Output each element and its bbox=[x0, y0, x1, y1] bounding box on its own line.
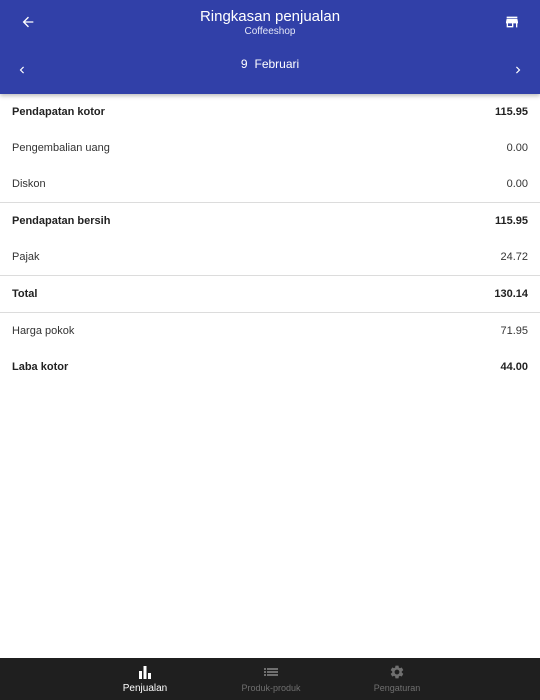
row-label: Pajak bbox=[12, 251, 40, 263]
nav-label: Produk-produk bbox=[241, 683, 301, 693]
row-value: 130.14 bbox=[494, 288, 528, 300]
row-total: Total 130.14 bbox=[0, 276, 540, 312]
list-icon bbox=[263, 664, 279, 680]
date-day: 9 bbox=[240, 57, 248, 71]
next-date-button[interactable] bbox=[498, 50, 538, 90]
nav-item-settings[interactable]: Pengaturan bbox=[334, 658, 460, 700]
nav-item-products[interactable]: Produk-produk bbox=[208, 658, 334, 700]
row-refunds: Pengembalian uang 0.00 bbox=[0, 130, 540, 166]
row-gross-revenue: Pendapatan kotor 115.95 bbox=[0, 94, 540, 130]
gear-icon bbox=[389, 664, 405, 680]
row-discount: Diskon 0.00 bbox=[0, 166, 540, 202]
store-button[interactable] bbox=[492, 2, 532, 42]
row-label: Harga pokok bbox=[12, 325, 75, 337]
row-label: Total bbox=[12, 288, 38, 300]
row-label: Pendapatan kotor bbox=[12, 106, 105, 118]
row-gross-profit: Laba kotor 44.00 bbox=[0, 349, 540, 385]
row-label: Pendapatan bersih bbox=[12, 215, 111, 227]
row-value: 115.95 bbox=[494, 106, 528, 118]
row-label: Diskon bbox=[12, 178, 46, 190]
row-value: 71.95 bbox=[500, 325, 528, 337]
chevron-right-icon bbox=[516, 66, 521, 74]
row-value: 0.00 bbox=[506, 142, 528, 154]
row-label: Pengembalian uang bbox=[12, 142, 110, 154]
row-tax: Pajak 24.72 bbox=[0, 239, 540, 275]
summary-list: Pendapatan kotor 115.95 Pengembalian uan… bbox=[0, 94, 540, 385]
bar-chart-icon bbox=[137, 664, 153, 680]
nav-item-sales[interactable]: Penjualan bbox=[82, 658, 208, 700]
nav-label: Penjualan bbox=[122, 683, 168, 694]
row-label: Laba kotor bbox=[12, 361, 69, 373]
nav-label: Pengaturan bbox=[373, 683, 421, 693]
row-value: 0.00 bbox=[506, 178, 528, 190]
page-title: Ringkasan penjualan bbox=[199, 8, 341, 25]
app-bar: Ringkasan penjualan Coffeeshop 9 Februari bbox=[0, 0, 540, 94]
date-month: Februari bbox=[254, 57, 300, 71]
sales-summary-screen: Ringkasan penjualan Coffeeshop 9 Februari… bbox=[0, 0, 540, 700]
date-selector[interactable]: 9 Februari bbox=[0, 57, 540, 71]
row-value: 44.00 bbox=[500, 361, 528, 373]
row-value: 24.72 bbox=[500, 251, 528, 263]
row-value: 115.95 bbox=[494, 215, 528, 227]
row-net-revenue: Pendapatan bersih 115.95 bbox=[0, 203, 540, 239]
store-name: Coffeeshop bbox=[244, 26, 296, 37]
store-icon bbox=[506, 16, 518, 28]
bottom-navigation: Penjualan Produk-produk Pengaturan bbox=[0, 658, 540, 700]
row-cost-of-goods: Harga pokok 71.95 bbox=[0, 313, 540, 349]
